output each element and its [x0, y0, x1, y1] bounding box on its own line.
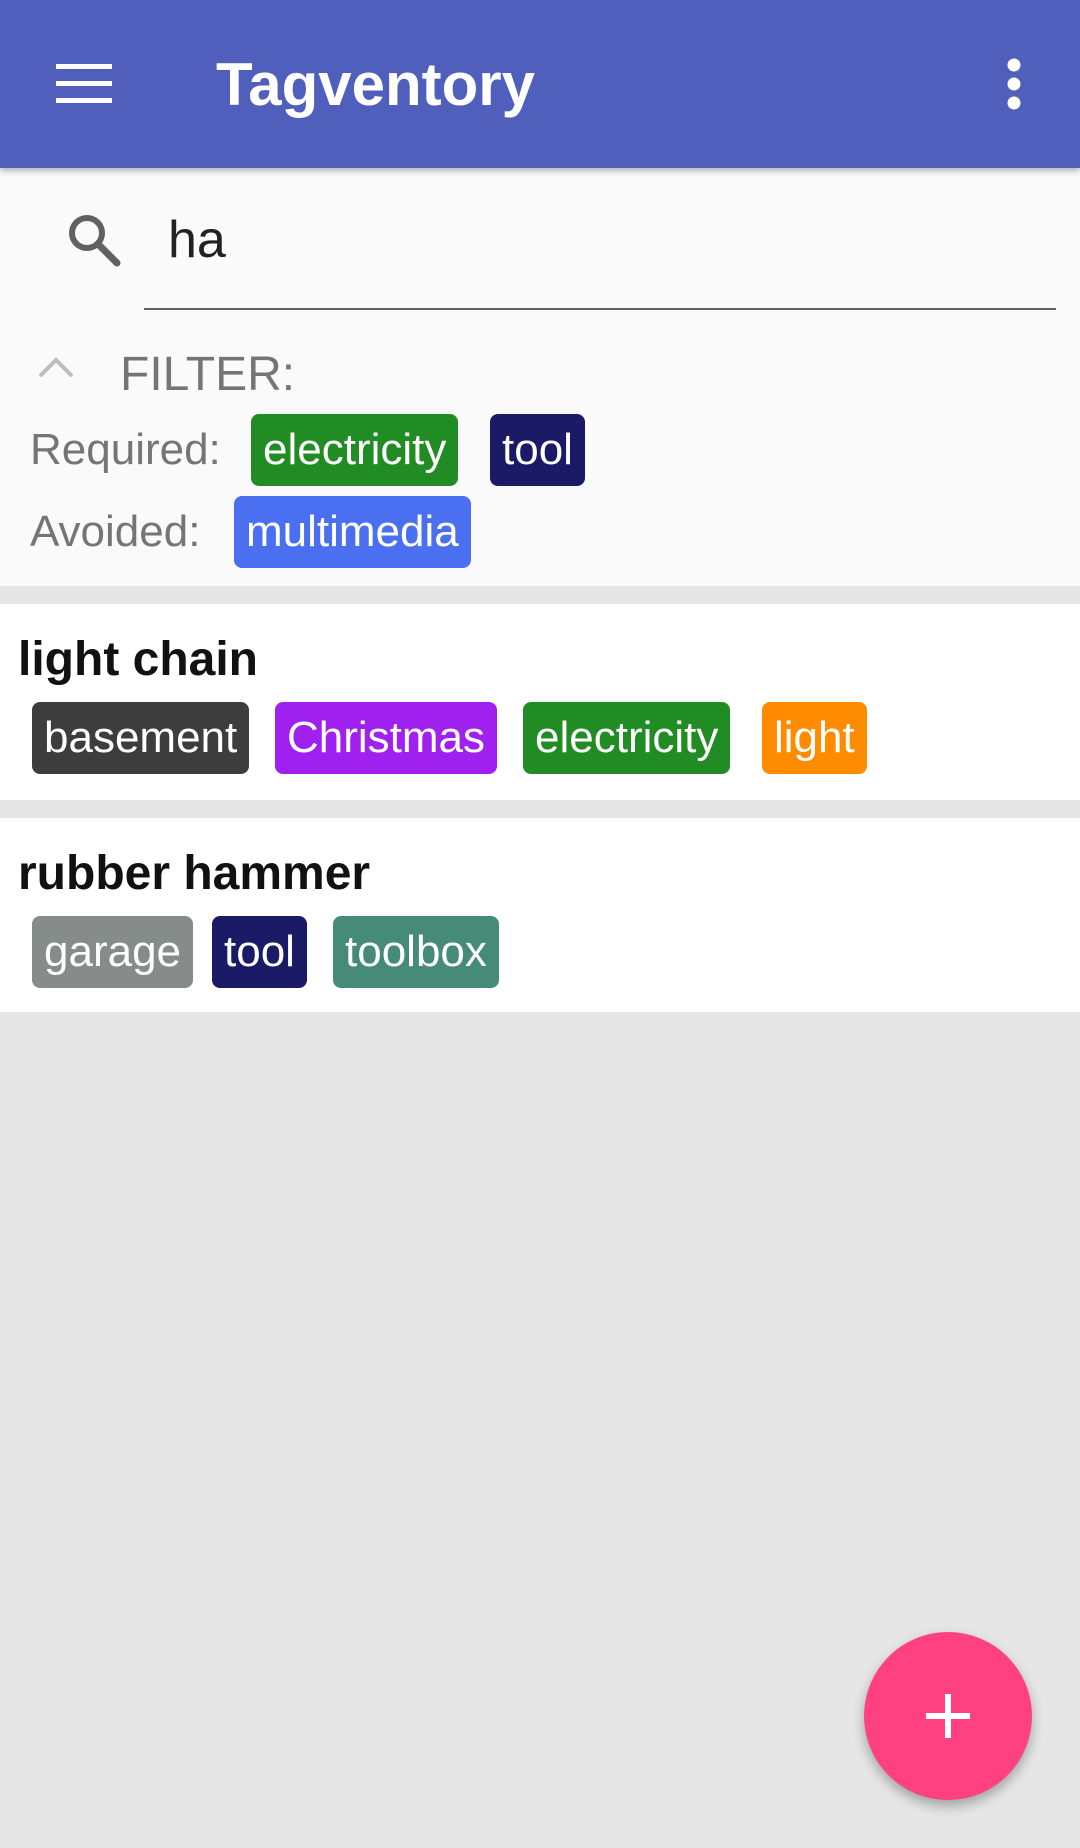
list-item[interactable]: light chain basement Christmas electrici…: [0, 604, 1080, 800]
item-tag-toolbox: toolbox: [333, 916, 499, 988]
add-item-button[interactable]: [864, 1632, 1032, 1800]
search-input[interactable]: [144, 194, 944, 286]
hamburger-menu-icon: [56, 64, 112, 103]
required-tag-electricity[interactable]: electricity: [251, 414, 459, 486]
required-label: Required:: [30, 425, 221, 474]
overflow-menu-button[interactable]: [974, 38, 1054, 130]
item-tag-electricity: electricity: [523, 702, 731, 774]
item-title: light chain: [18, 633, 258, 686]
list-item[interactable]: rubber hammer garage tool toolbox: [0, 818, 1080, 1012]
avoided-label: Avoided:: [30, 507, 201, 556]
required-tag-tool[interactable]: tool: [490, 414, 585, 486]
filter-toggle[interactable]: FILTER:: [28, 338, 318, 408]
search-underline: [144, 308, 1056, 310]
item-tag-light: light: [762, 702, 867, 774]
search-icon: [64, 210, 124, 270]
app-title: Tagventory: [216, 51, 535, 118]
item-tag-christmas: Christmas: [275, 702, 498, 774]
menu-button[interactable]: [38, 38, 130, 130]
filter-label: FILTER:: [120, 348, 296, 401]
item-tag-garage: garage: [32, 916, 194, 988]
item-tag-basement: basement: [32, 702, 250, 774]
app-bar: Tagventory: [0, 0, 1080, 168]
item-title: rubber hammer: [18, 847, 371, 900]
plus-icon: [926, 1694, 970, 1738]
search-filter-panel: FILTER: Required: electricity tool Avoid…: [0, 168, 1080, 586]
item-tag-tool: tool: [212, 916, 307, 988]
more-vert-icon: [1007, 58, 1021, 110]
chevron-up-icon: [38, 357, 74, 378]
avoided-tag-multimedia[interactable]: multimedia: [234, 496, 471, 568]
